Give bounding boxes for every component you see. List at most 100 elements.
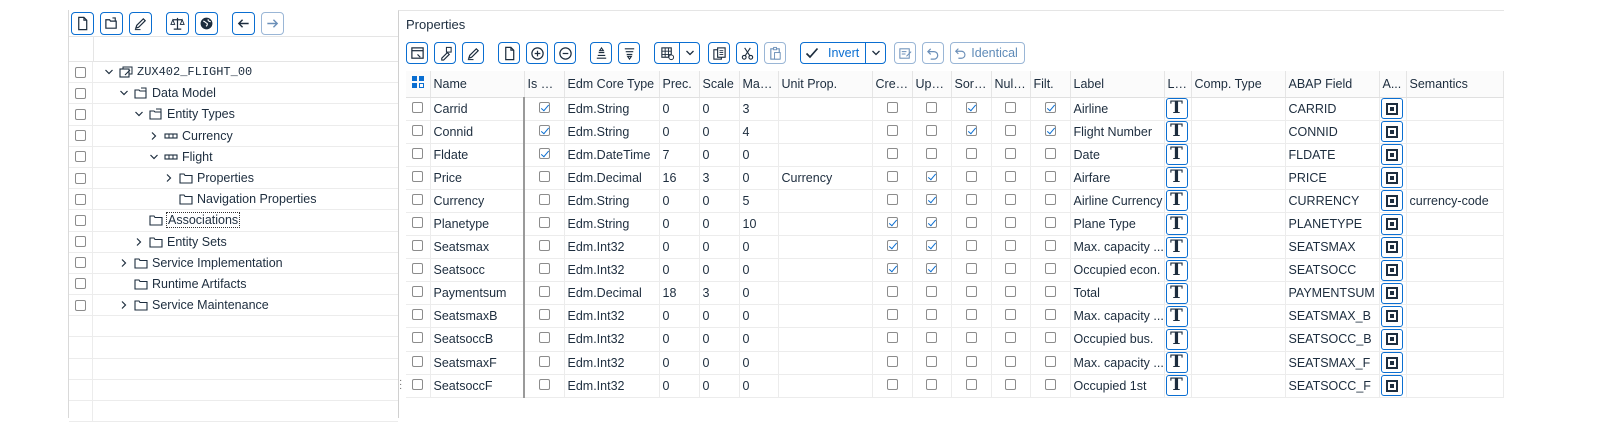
text-type-icon[interactable]: T [1165,282,1188,304]
unit-property[interactable]: Currency [778,166,873,190]
row-checkbox[interactable] [75,151,86,163]
row-selector[interactable] [406,374,431,398]
paste-button[interactable] [764,42,786,64]
table-row[interactable]: SeatsmaxB Edm.Int32 0 0 0 Max. capacity ... T S… [406,304,1504,329]
abap-attribute-cell[interactable] [1379,304,1407,329]
row-checkbox[interactable] [75,108,86,120]
table-row[interactable]: Connid Edm.String 0 0 4 Flight Number T CONNID [406,120,1504,144]
table-row[interactable]: Currency Edm.String 0 0 5 Airline Currency T CU… [406,189,1504,213]
property-name[interactable]: Price [430,166,525,190]
abap-field[interactable]: SEATSOCC_F [1285,374,1380,398]
row-selector[interactable] [69,146,93,167]
invert-button[interactable]: Invert [800,42,887,64]
max-length[interactable]: 10 [739,212,779,237]
row-checkbox[interactable] [412,378,424,390]
row-checkbox[interactable] [75,172,86,184]
complex-type[interactable] [1191,97,1286,121]
scale[interactable]: 3 [699,166,740,190]
label-type-cell[interactable]: T [1164,97,1192,121]
unit-property[interactable] [778,212,873,237]
change-button[interactable] [462,42,484,64]
sort-descending-button[interactable] [618,42,640,64]
updatable-checkbox[interactable] [926,193,937,205]
table-row[interactable]: Paymentsum Edm.Decimal 18 3 0 Total T PAYMENTSU… [406,281,1504,306]
nullable[interactable] [991,166,1031,190]
sortable[interactable] [951,166,992,190]
sortable-checkbox[interactable] [965,217,977,229]
max-length[interactable]: 3 [739,97,779,121]
row-checkbox[interactable] [75,257,86,269]
sortable-checkbox[interactable] [965,124,977,136]
row-checkbox[interactable] [75,193,86,205]
semantics[interactable] [1406,258,1504,283]
creatable-checkbox[interactable] [886,217,898,229]
abap-field[interactable]: CURRENCY [1285,189,1380,213]
is-key-checkbox[interactable] [538,332,550,344]
chevron-down-icon[interactable] [133,108,145,120]
updatable-checkbox[interactable] [926,263,937,275]
row-selector[interactable] [69,210,93,231]
filterable-checkbox[interactable] [1044,309,1056,321]
updatable-checkbox[interactable] [926,309,937,321]
tree-node[interactable]: Runtime Artifacts [69,273,398,296]
abap-attribute-cell[interactable] [1379,120,1407,144]
scale[interactable]: 0 [699,351,740,375]
column-header[interactable]: Nulla... [991,71,1031,98]
filterable-checkbox[interactable] [1044,170,1056,182]
table-row[interactable]: Carrid Edm.String 0 0 3 Airline T CARRID [406,97,1504,121]
filterable-checkbox[interactable] [1044,332,1056,344]
scale[interactable]: 3 [699,281,740,306]
updatable[interactable] [912,143,952,167]
row-checkbox[interactable] [412,147,424,159]
row-checkbox[interactable] [412,309,424,321]
creatable-checkbox[interactable] [886,355,898,367]
check-consistency-button[interactable] [166,11,189,35]
updatable-checkbox[interactable] [926,240,937,252]
undo-button[interactable] [922,42,945,64]
property-name[interactable]: Planetype [430,212,525,237]
filterable-checkbox[interactable] [1044,286,1056,298]
row-selector[interactable] [69,273,93,295]
updatable-checkbox[interactable] [926,147,937,159]
row-checkbox[interactable] [75,278,86,290]
nullable-checkbox[interactable] [1005,147,1016,159]
row-selector[interactable] [406,120,431,144]
open-object-button[interactable] [100,11,123,35]
creatable[interactable] [872,212,913,237]
updatable[interactable] [912,212,952,237]
filterable[interactable] [1030,258,1071,283]
column-header[interactable]: Edm Core Type [564,71,660,98]
tree-node[interactable]: Service Maintenance [69,295,398,317]
filterable-checkbox[interactable] [1044,240,1056,252]
row-selector[interactable] [406,166,431,190]
nullable[interactable] [991,281,1031,306]
abap-field[interactable]: PRICE [1285,166,1380,190]
unit-property[interactable] [778,327,873,352]
property-name[interactable]: Fldate [430,143,525,167]
cut-button[interactable] [736,42,758,64]
complex-type[interactable] [1191,258,1286,283]
precision[interactable]: 7 [659,143,700,167]
updatable-checkbox[interactable] [926,378,937,390]
abap-attribute-cell[interactable] [1379,189,1407,213]
nullable[interactable] [991,97,1031,121]
sortable[interactable] [951,304,992,329]
row-selector[interactable] [406,304,431,329]
abap-field[interactable]: SEATSMAX_B [1285,304,1380,329]
updatable[interactable] [912,351,952,375]
sortable-checkbox[interactable] [965,170,977,182]
unit-property[interactable] [778,235,873,260]
label-text[interactable]: Airfare [1070,166,1165,190]
creatable[interactable] [872,166,913,190]
filterable-checkbox[interactable] [1044,193,1056,205]
unit-property[interactable] [778,374,873,398]
insert-row-button[interactable] [526,42,548,64]
updatable[interactable] [912,97,952,121]
updatable-checkbox[interactable] [926,332,937,344]
filterable-checkbox[interactable] [1044,124,1056,136]
sortable[interactable] [951,120,992,144]
abap-field[interactable]: CARRID [1285,97,1380,121]
unit-property[interactable] [778,351,873,375]
label-text[interactable]: Airline [1070,97,1165,121]
nullable[interactable] [991,189,1031,213]
